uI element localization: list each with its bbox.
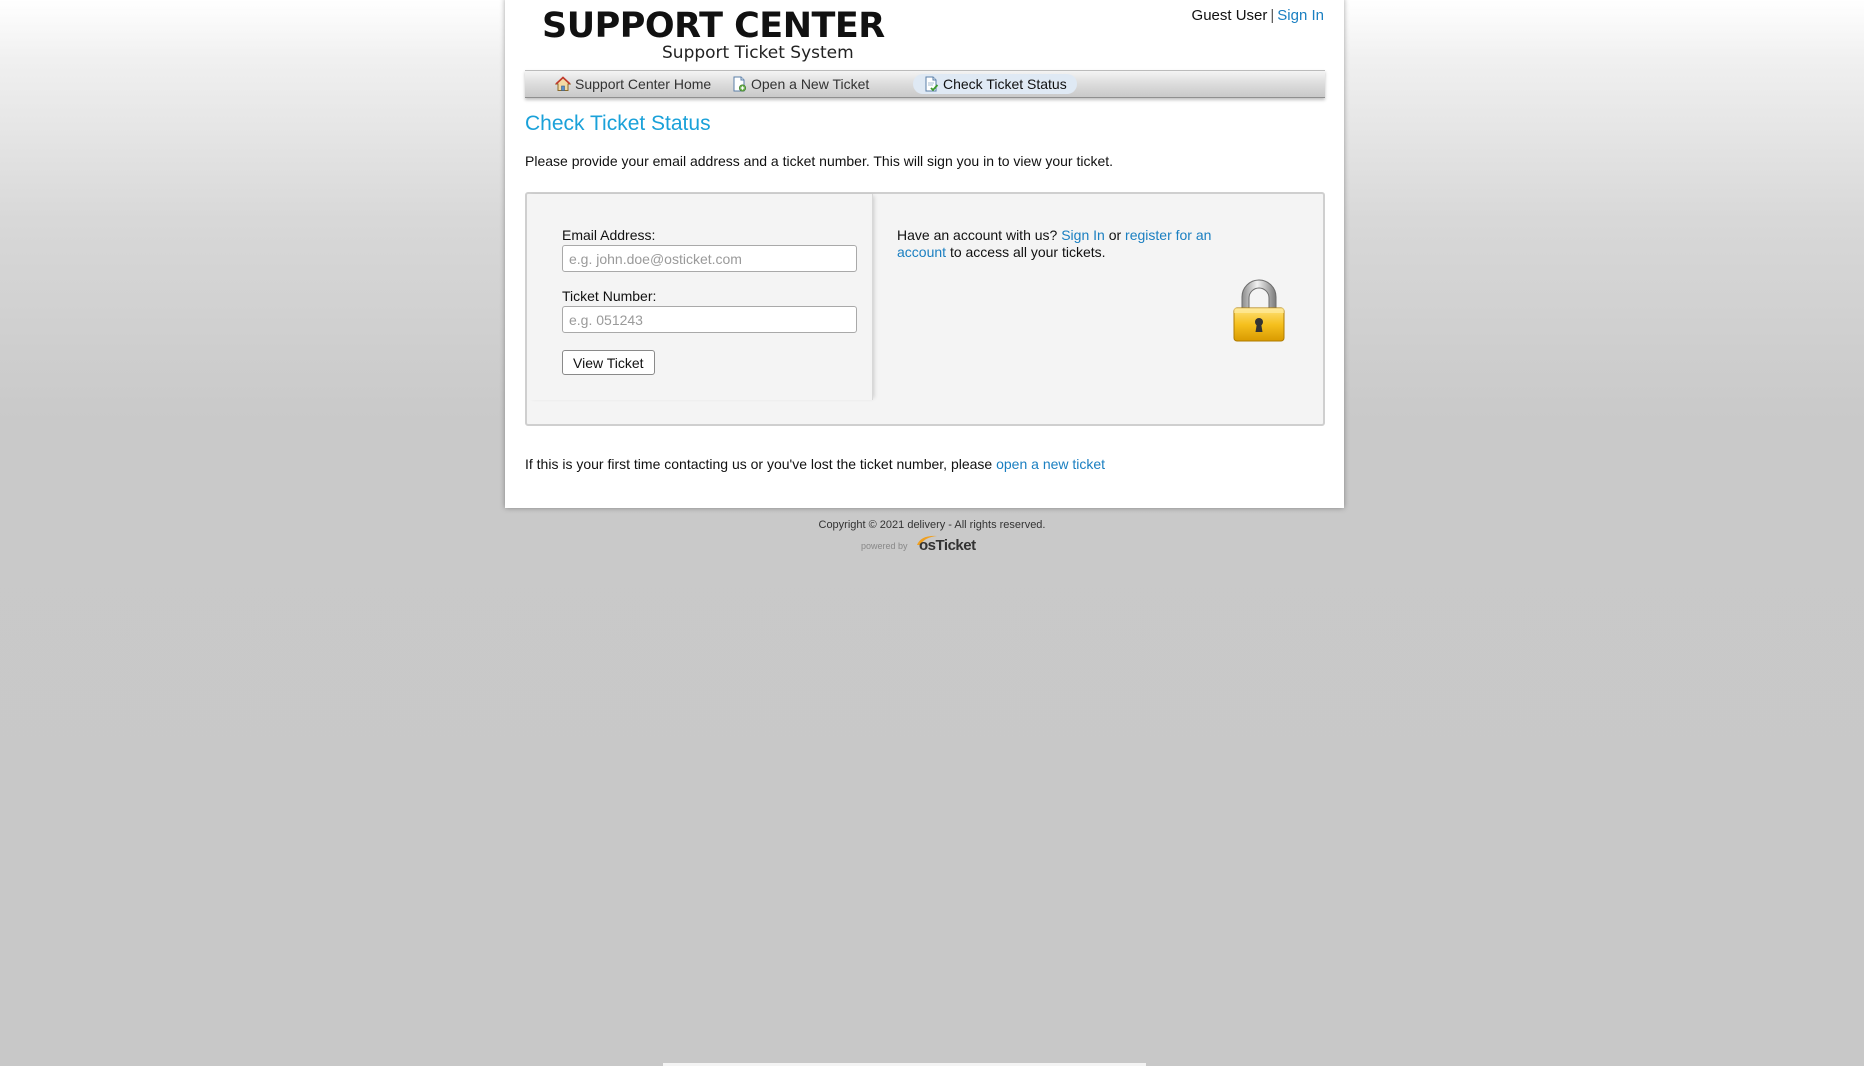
account-info-suffix: to access all your tickets. <box>949 244 1106 260</box>
account-sign-in-link[interactable]: Sign In <box>1061 227 1105 243</box>
account-info: Have an account with us? Sign In or regi… <box>897 227 1227 261</box>
open-new-ticket-link[interactable]: open a new ticket <box>996 456 1105 472</box>
account-info-or: or <box>1108 227 1122 243</box>
nav-item-check-status[interactable]: Check Ticket Status <box>913 74 1077 94</box>
email-field[interactable] <box>562 245 857 272</box>
nav-label-new-ticket: Open a New Ticket <box>751 76 870 92</box>
nav-label-home: Support Center Home <box>575 76 712 92</box>
home-icon <box>555 76 571 91</box>
footer-copyright: Copyright © 2021 delivery - All rights r… <box>818 519 1046 531</box>
intro-text: Please provide your email address and a … <box>525 153 1114 169</box>
user-bar: Guest User | Sign In <box>1192 7 1324 24</box>
powered-by-label: powered by <box>861 541 908 551</box>
guest-user-label: Guest User <box>1191 7 1268 24</box>
email-label: Email Address: <box>562 227 656 243</box>
sign-in-link[interactable]: Sign In <box>1277 7 1324 24</box>
site-logo[interactable]: SUPPORT CENTER Support Ticket System <box>536 6 885 63</box>
user-bar-separator: | <box>1270 7 1275 24</box>
account-info-prefix: Have an account with us? <box>897 227 1058 243</box>
bottom-note: If this is your first time contacting us… <box>525 456 1105 472</box>
page-container: SUPPORT CENTER Support Ticket System Gue… <box>505 0 1344 508</box>
view-ticket-button[interactable]: View Ticket <box>562 350 655 375</box>
lock-icon <box>1233 279 1285 342</box>
ticket-lookup-panel: Email Address: Ticket Number: View Ticke… <box>525 192 1325 426</box>
new-ticket-icon <box>733 76 747 92</box>
nav-item-home[interactable]: Support Center Home <box>545 74 721 94</box>
logo-subtitle: Support Ticket System <box>662 43 854 63</box>
nav-item-new-ticket[interactable]: Open a New Ticket <box>721 74 879 94</box>
page-title: Check Ticket Status <box>525 112 711 135</box>
ticket-status-icon <box>925 76 939 92</box>
logo-title: SUPPORT CENTER <box>542 6 885 46</box>
bottom-note-text: If this is your first time contacting us… <box>525 456 993 472</box>
main-nav: Support Center Home Open a New Ticket Ch… <box>525 70 1325 98</box>
osticket-brand: osTicket <box>919 537 976 554</box>
lookup-form: Email Address: Ticket Number: View Ticke… <box>527 194 873 400</box>
nav-label-check-status: Check Ticket Status <box>943 76 1067 92</box>
ticket-number-field[interactable] <box>562 306 857 333</box>
ticket-number-label: Ticket Number: <box>562 288 657 304</box>
